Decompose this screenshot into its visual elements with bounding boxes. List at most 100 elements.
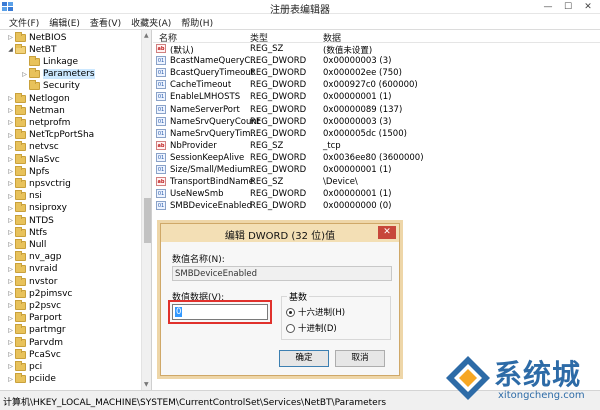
cancel-button[interactable]: 取消 [335, 350, 385, 367]
tree-item[interactable]: ◢ NetBT [6, 43, 56, 56]
menu-help[interactable]: 帮助(H) [176, 14, 218, 29]
tree-item[interactable]: ▷ p2psvc [6, 299, 61, 312]
ok-button[interactable]: 确定 [279, 350, 329, 367]
tree-item[interactable]: Security [20, 80, 80, 93]
value-row[interactable]: 01 Size/Small/Medium... REG_DWORD 0x0000000… [153, 165, 600, 177]
expand-arrow-icon[interactable]: ▷ [6, 241, 15, 248]
expand-arrow-icon[interactable]: ▷ [6, 119, 15, 126]
menu-edit[interactable]: 编辑(E) [44, 14, 85, 29]
value-row[interactable]: 01 BcastQueryTimeout REG_DWORD 0x000002ee (… [153, 68, 600, 80]
expand-arrow-icon[interactable]: ▷ [6, 315, 15, 322]
tree-item[interactable]: ▷ Parameters [20, 68, 95, 81]
value-row[interactable]: 01 UseNewSmb REG_DWORD 0x00000001 (1) [153, 189, 600, 201]
tree-item[interactable]: ▷ Netlogon [6, 92, 70, 105]
expand-arrow-icon[interactable]: ▷ [6, 156, 15, 163]
tree-item[interactable]: ▷ nvraid [6, 263, 57, 276]
column-data-header[interactable]: 数据 [323, 31, 341, 44]
tree-item[interactable]: ▷ Null [6, 238, 46, 251]
value-row[interactable]: 01 NameSrvQueryCount REG_DWORD 0x00000003 (… [153, 116, 600, 129]
tree-item[interactable]: ▷ NTDS [6, 214, 54, 227]
expand-arrow-icon[interactable]: ▷ [6, 107, 15, 114]
value-row[interactable]: ab TransportBindName REG_SZ \Device\ [153, 177, 600, 189]
expand-arrow-icon[interactable]: ▷ [6, 327, 15, 334]
value-row[interactable]: 01 NameSrvQueryTim... REG_DWORD 0x000005dc … [153, 128, 600, 141]
scroll-up-icon[interactable]: ▲ [144, 32, 149, 39]
column-type-header[interactable]: 类型 [250, 31, 268, 44]
tree-item[interactable]: ▷ NlaSvc [6, 153, 60, 166]
value-type: REG_DWORD [250, 92, 307, 103]
tree-item[interactable]: ▷ nvstor [6, 275, 57, 288]
tree-item[interactable]: ▷ pciide [6, 373, 56, 386]
value-data: 0x00000001 (1) [323, 92, 392, 103]
registry-tree[interactable]: ▲ ▼ ▷ NetBIOS ◢ NetBT Linkage ▷ Parameters Secu… [0, 30, 152, 390]
tree-item[interactable]: ▷ nsiproxy [6, 202, 67, 215]
close-window-button[interactable]: ✕ [578, 0, 598, 13]
tree-item[interactable]: ▷ NetBIOS [6, 31, 66, 44]
tree-item[interactable]: Linkage [20, 55, 78, 68]
expand-arrow-icon[interactable]: ▷ [6, 290, 15, 297]
expand-arrow-icon[interactable]: ▷ [6, 339, 15, 346]
folder-icon [15, 104, 26, 115]
tree-item[interactable]: ▷ Npfs [6, 165, 49, 178]
value-row[interactable]: ab (默认) REG_SZ (数值未设置) [153, 44, 600, 56]
expand-arrow-icon[interactable]: ▷ [6, 217, 15, 224]
expand-arrow-icon[interactable]: ▷ [20, 71, 29, 78]
expand-arrow-icon[interactable]: ▷ [6, 278, 15, 285]
tree-item-label: Parameters [43, 69, 95, 80]
maximize-button[interactable]: ☐ [558, 0, 578, 13]
expand-arrow-icon[interactable]: ▷ [6, 34, 15, 41]
tree-item[interactable]: ▷ Netman [6, 104, 65, 117]
menu-file[interactable]: 文件(F) [4, 14, 44, 29]
value-row[interactable]: 01 NameServerPort REG_DWORD 0x00000089 (137… [153, 104, 600, 117]
expand-arrow-icon[interactable]: ▷ [6, 351, 15, 358]
radio-hex-icon[interactable] [286, 307, 295, 317]
tree-item[interactable]: ▷ PcaSvc [6, 348, 61, 361]
tree-item[interactable]: ▷ Ntfs [6, 226, 47, 239]
value-row[interactable]: 01 EnableLMHOSTS REG_DWORD 0x00000001 (1) [153, 92, 600, 104]
value-row[interactable]: 01 CacheTimeout REG_DWORD 0x000927c0 (60000… [153, 80, 600, 92]
tree-item[interactable]: ▷ netprofm [6, 116, 70, 129]
expand-arrow-icon[interactable]: ▷ [6, 144, 15, 151]
value-row[interactable]: ab NbProvider REG_SZ _tcp [153, 140, 600, 153]
tree-item[interactable]: ▷ NetTcpPortSha [6, 129, 94, 142]
radio-dec[interactable]: 十进制(D) [286, 322, 337, 334]
expand-arrow-icon[interactable]: ▷ [6, 229, 15, 236]
value-row[interactable]: 01 SessionKeepAlive REG_DWORD 0x0036ee80 (3… [153, 152, 600, 165]
expand-arrow-icon[interactable]: ▷ [6, 132, 15, 139]
value-row[interactable]: 01 BcastNameQueryC... REG_DWORD 0x00000003 … [153, 56, 600, 68]
tree-item[interactable]: ▷ Parvdm [6, 336, 63, 349]
tree-scrollbar[interactable]: ▲ ▼ [141, 30, 151, 390]
expand-arrow-icon[interactable]: ▷ [6, 302, 15, 309]
expand-arrow-icon[interactable]: ◢ [6, 46, 15, 53]
menu-favorites[interactable]: 收藏夹(A) [126, 14, 176, 29]
column-name-header[interactable]: 名称 [159, 31, 177, 44]
expand-arrow-icon[interactable]: ▷ [6, 376, 15, 383]
minimize-button[interactable]: — [538, 0, 558, 13]
folder-icon [15, 129, 26, 140]
scroll-down-icon[interactable]: ▼ [144, 381, 149, 388]
tree-item[interactable]: ▷ nv_agp [6, 251, 61, 264]
tree-item[interactable]: ▷ Parport [6, 312, 62, 325]
tree-item[interactable]: ▷ netvsc [6, 141, 59, 154]
expand-arrow-icon[interactable]: ▷ [6, 95, 15, 102]
tree-item[interactable]: ▷ p2pimsvc [6, 287, 72, 300]
tree-scroll-thumb[interactable] [144, 198, 151, 243]
expand-arrow-icon[interactable]: ▷ [6, 254, 15, 261]
radio-dec-icon[interactable] [286, 323, 295, 333]
expand-arrow-icon[interactable]: ▷ [6, 193, 15, 200]
tree-item[interactable]: ▷ pci [6, 360, 42, 373]
value-data-input[interactable]: 0 [172, 304, 268, 320]
tree-item[interactable]: ▷ nsi [6, 190, 42, 203]
tree-item[interactable]: ▷ partmgr [6, 324, 66, 337]
tree-item-label: NTDS [29, 215, 54, 226]
dialog-close-icon[interactable]: ✕ [378, 226, 396, 239]
expand-arrow-icon[interactable]: ▷ [6, 266, 15, 273]
expand-arrow-icon[interactable]: ▷ [6, 180, 15, 187]
value-row[interactable]: 01 SMBDeviceEnabled REG_DWORD 0x00000000 (0… [153, 201, 600, 213]
expand-arrow-icon[interactable]: ▷ [6, 363, 15, 370]
menu-view[interactable]: 查看(V) [85, 14, 126, 29]
tree-item[interactable]: ▷ npsvctrig [6, 177, 71, 190]
radio-hex[interactable]: 十六进制(H) [286, 306, 345, 318]
expand-arrow-icon[interactable]: ▷ [6, 168, 15, 175]
expand-arrow-icon[interactable]: ▷ [6, 205, 15, 212]
